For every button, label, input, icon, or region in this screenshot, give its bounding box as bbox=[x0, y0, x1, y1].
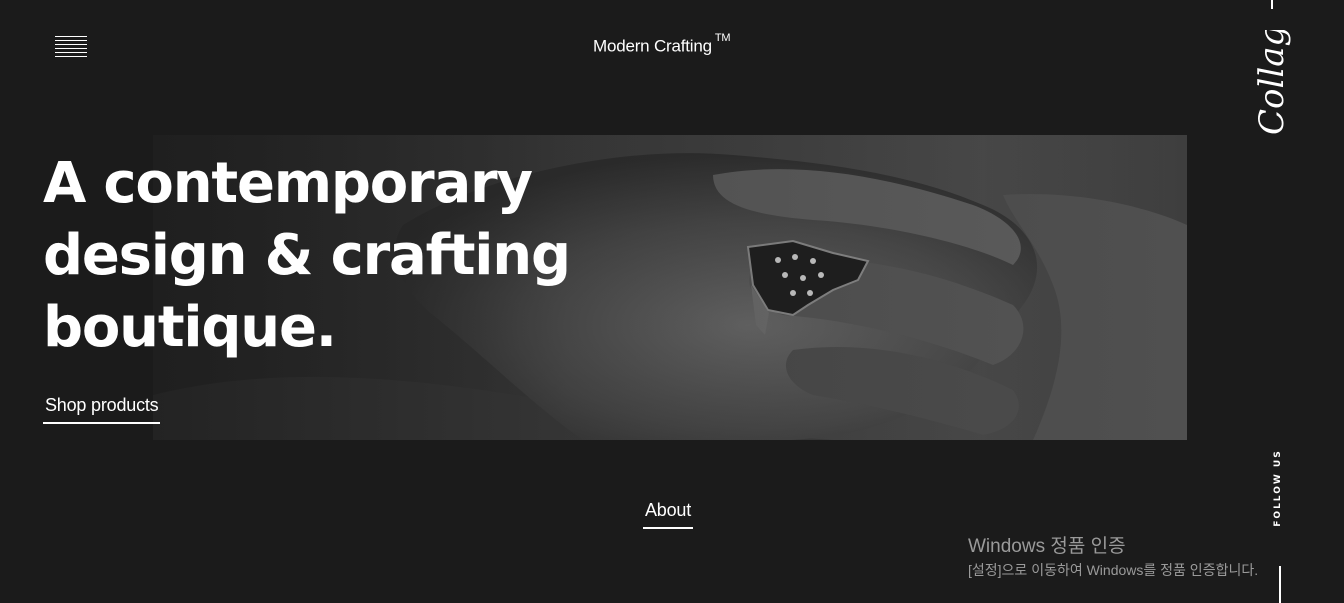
brand-name: Modern Crafting bbox=[593, 36, 712, 56]
watermark-title: Windows 정품 인증 bbox=[968, 536, 1126, 557]
side-divider-top bbox=[1271, 0, 1273, 9]
hamburger-menu-icon[interactable] bbox=[55, 36, 87, 58]
headline-line-1: A contemporary bbox=[43, 151, 533, 216]
follow-us-line bbox=[1279, 566, 1281, 603]
trademark-mark: TM bbox=[714, 32, 731, 44]
brand-logo[interactable]: Modern Crafting TM bbox=[593, 32, 731, 57]
page: Modern Crafting TM Collage A contemporar… bbox=[0, 0, 1344, 603]
collage-logo-text: Collage bbox=[1252, 30, 1292, 135]
watermark-subtitle: [설정]으로 이동하여 Windows를 정품 인증합니다. bbox=[968, 562, 1259, 578]
collage-logo[interactable]: Collage bbox=[1243, 5, 1303, 140]
windows-activation-watermark: Windows 정품 인증 [설정]으로 이동하여 Windows를 정품 인증… bbox=[968, 534, 1258, 580]
about-link[interactable]: About bbox=[643, 500, 694, 529]
follow-us-label[interactable]: FOLLOW US bbox=[1273, 428, 1287, 548]
headline-line-2: design & crafting bbox=[43, 223, 571, 288]
shop-products-link[interactable]: Shop products bbox=[43, 395, 161, 424]
headline-line-3: boutique. bbox=[43, 295, 337, 360]
hero-headline: A contemporary design & crafting boutiqu… bbox=[43, 148, 603, 364]
